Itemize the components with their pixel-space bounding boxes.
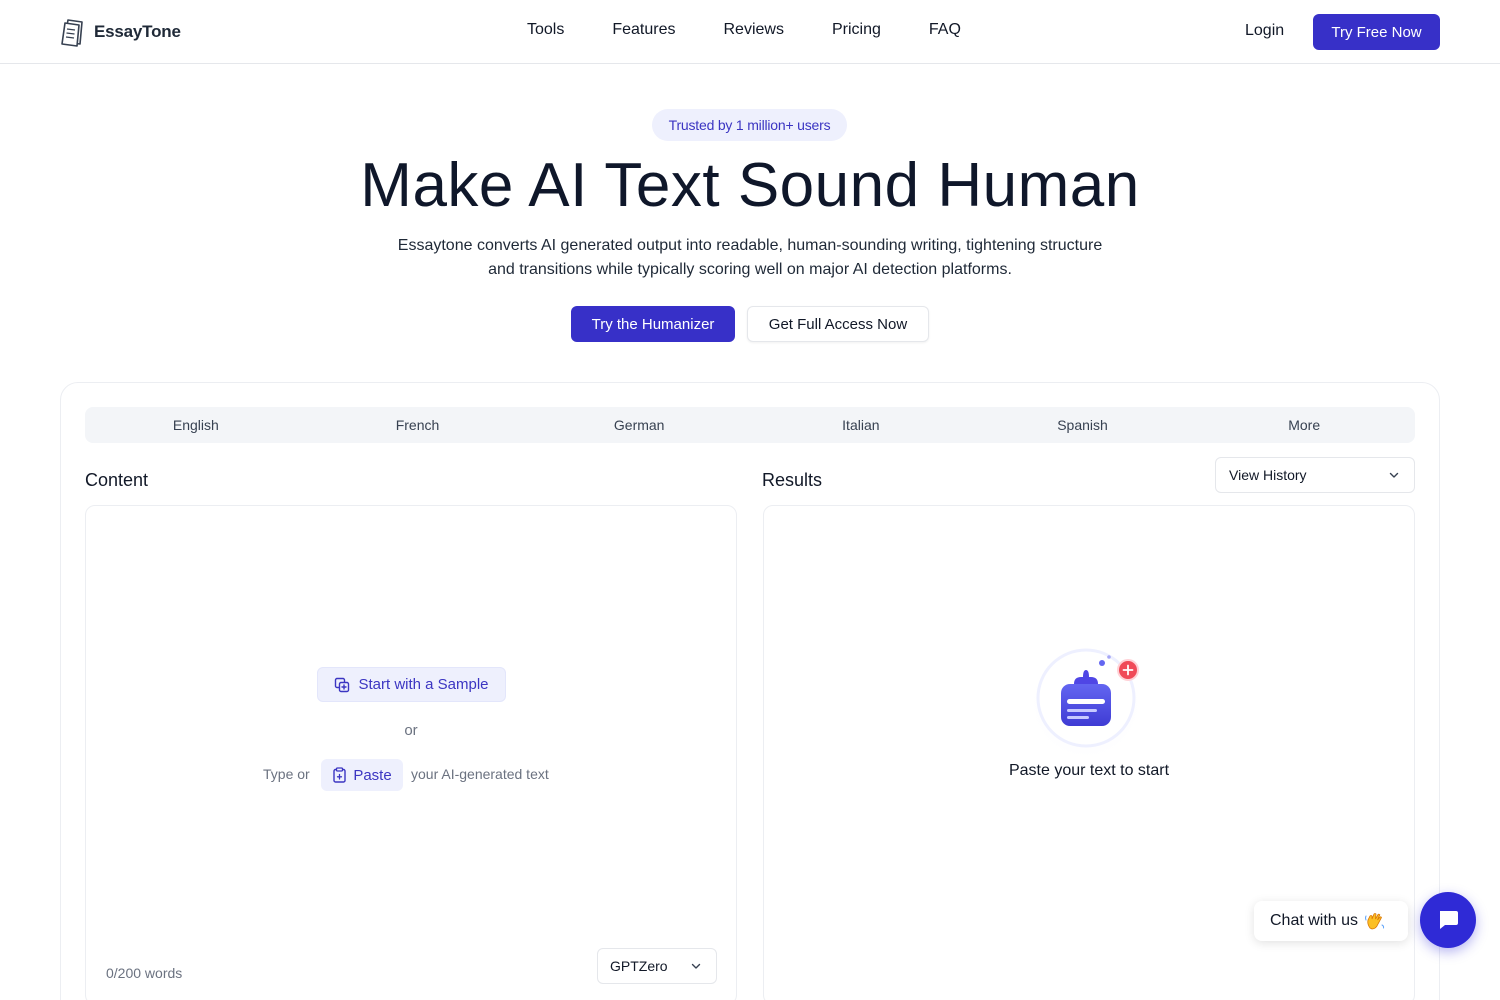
chat-label: Chat with us xyxy=(1270,912,1359,929)
view-history-label: View History xyxy=(1229,467,1307,483)
tab-italian[interactable]: Italian xyxy=(750,407,972,443)
trusted-badge: Trusted by 1 million+ users xyxy=(652,109,847,141)
get-full-access-button[interactable]: Get Full Access Now xyxy=(747,306,929,342)
start-with-sample-button[interactable]: Start with a Sample xyxy=(317,667,506,702)
word-count: 0/200 words xyxy=(106,965,183,981)
or-divider: or xyxy=(404,722,418,739)
chevron-down-icon xyxy=(691,963,701,969)
try-humanizer-button[interactable]: Try the Humanizer xyxy=(571,306,735,342)
tab-spanish[interactable]: Spanish xyxy=(972,407,1194,443)
tab-german[interactable]: German xyxy=(528,407,750,443)
nav-reviews[interactable]: Reviews xyxy=(724,21,784,39)
nav-pricing[interactable]: Pricing xyxy=(832,21,881,39)
hero-description: Essaytone converts AI generated output i… xyxy=(397,237,1103,278)
empty-results-text: Paste your text to start xyxy=(1008,762,1170,779)
nav-faq[interactable]: FAQ xyxy=(929,21,961,39)
detector-select[interactable]: GPTZero xyxy=(597,948,717,984)
chevron-down-icon xyxy=(1389,472,1399,478)
language-tabs: English French German Italian Spanish Mo… xyxy=(85,407,1415,443)
waving-hand-icon xyxy=(1365,913,1385,930)
try-free-now-button[interactable]: Try Free Now xyxy=(1313,14,1440,50)
paste-button[interactable]: Paste xyxy=(321,759,403,791)
site-header: EssayTone Tools Features Reviews Pricing… xyxy=(0,0,1500,64)
tab-french[interactable]: French xyxy=(307,407,529,443)
main-nav: Tools Features Reviews Pricing FAQ xyxy=(527,21,961,39)
detector-label: GPTZero xyxy=(610,958,668,974)
paste-button-label: Paste xyxy=(353,766,392,784)
ai-text-hint: your AI-generated text xyxy=(411,766,549,782)
document-logo-icon xyxy=(61,19,83,47)
tab-english[interactable]: English xyxy=(85,407,307,443)
chat-icon xyxy=(1440,911,1458,929)
brand-logo[interactable]: EssayTone xyxy=(60,17,181,47)
clipboard-icon xyxy=(333,767,347,783)
nav-features[interactable]: Features xyxy=(612,21,675,39)
view-history-select[interactable]: View History xyxy=(1215,457,1415,493)
content-input-area[interactable] xyxy=(85,505,737,1000)
login-link[interactable]: Login xyxy=(1245,22,1284,40)
tab-more[interactable]: More xyxy=(1193,407,1415,443)
results-title: Results xyxy=(762,470,823,490)
copy-plus-icon xyxy=(335,677,350,692)
empty-clipboard-icon xyxy=(1028,640,1144,756)
hero-title: Make AI Text Sound Human xyxy=(360,151,1140,220)
type-or-text: Type or xyxy=(263,766,310,782)
nav-tools[interactable]: Tools xyxy=(527,21,564,39)
chat-with-us-bubble[interactable]: Chat with us xyxy=(1254,901,1408,941)
sample-button-label: Start with a Sample xyxy=(358,676,489,693)
content-title: Content xyxy=(85,470,149,490)
brand-name: EssayTone xyxy=(94,22,181,41)
chat-launcher-button[interactable] xyxy=(1420,892,1476,948)
